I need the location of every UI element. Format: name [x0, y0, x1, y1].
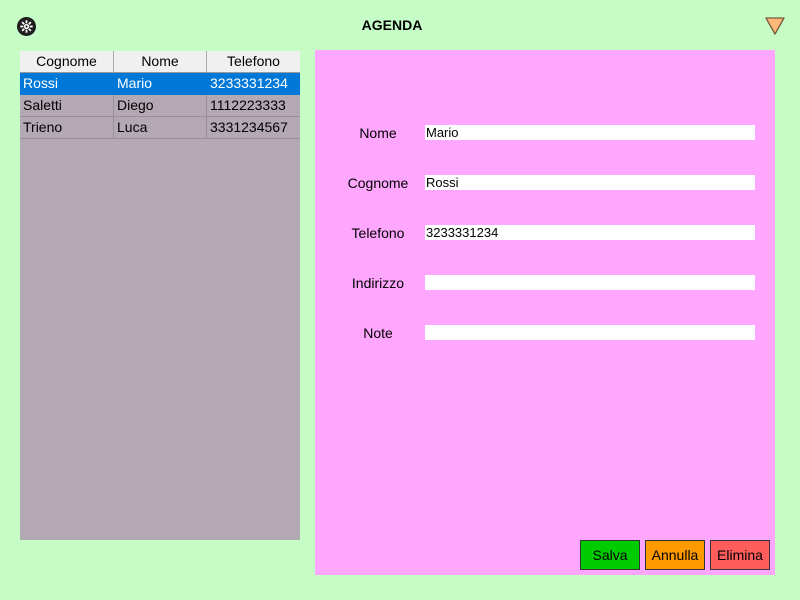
cognome-field[interactable]	[425, 175, 755, 190]
cell-nome: Diego	[114, 95, 207, 116]
cell-cognome: Saletti	[20, 95, 114, 116]
telefono-label: Telefono	[351, 225, 405, 241]
indirizzo-label: Indirizzo	[351, 275, 405, 291]
contacts-table[interactable]: Cognome Nome Telefono Rossi Mario 323333…	[20, 51, 300, 540]
table-header: Cognome Nome Telefono	[20, 51, 300, 73]
column-header-cognome[interactable]: Cognome	[20, 51, 114, 72]
table-row[interactable]: Trieno Luca 3331234567	[20, 117, 300, 139]
table-row[interactable]: Rossi Mario 3233331234	[20, 73, 300, 95]
nome-label: Nome	[359, 125, 397, 141]
contact-form: Nome Cognome Telefono Indirizzo Note Sal…	[315, 50, 775, 575]
table-row[interactable]: Saletti Diego 1112223333	[20, 95, 300, 117]
indirizzo-field[interactable]	[425, 275, 755, 290]
app-title: AGENDA	[361, 17, 423, 33]
cell-cognome: Rossi	[20, 73, 114, 94]
cell-telefono: 3331234567	[210, 119, 288, 135]
cell-cognome: Trieno	[20, 117, 114, 138]
delete-button[interactable]: Elimina	[710, 540, 770, 570]
cell-nome: Luca	[114, 117, 207, 138]
cognome-label: Cognome	[347, 175, 409, 191]
triangle-down-icon[interactable]	[764, 16, 786, 36]
column-header-telefono[interactable]: Telefono	[207, 51, 300, 72]
telefono-field[interactable]	[425, 225, 755, 240]
save-button[interactable]: Salva	[580, 540, 640, 570]
note-label: Note	[363, 325, 393, 341]
cell-telefono: 1112223333	[210, 97, 286, 113]
column-header-nome[interactable]: Nome	[114, 51, 207, 72]
cell-telefono: 3233331234	[210, 75, 288, 91]
note-field[interactable]	[425, 325, 755, 340]
agenda-window: AGENDA Cognome Nome Telefono Rossi Mario…	[0, 0, 800, 600]
nome-field[interactable]	[425, 125, 755, 140]
cancel-button[interactable]: Annulla	[645, 540, 705, 570]
cell-nome: Mario	[114, 73, 207, 94]
